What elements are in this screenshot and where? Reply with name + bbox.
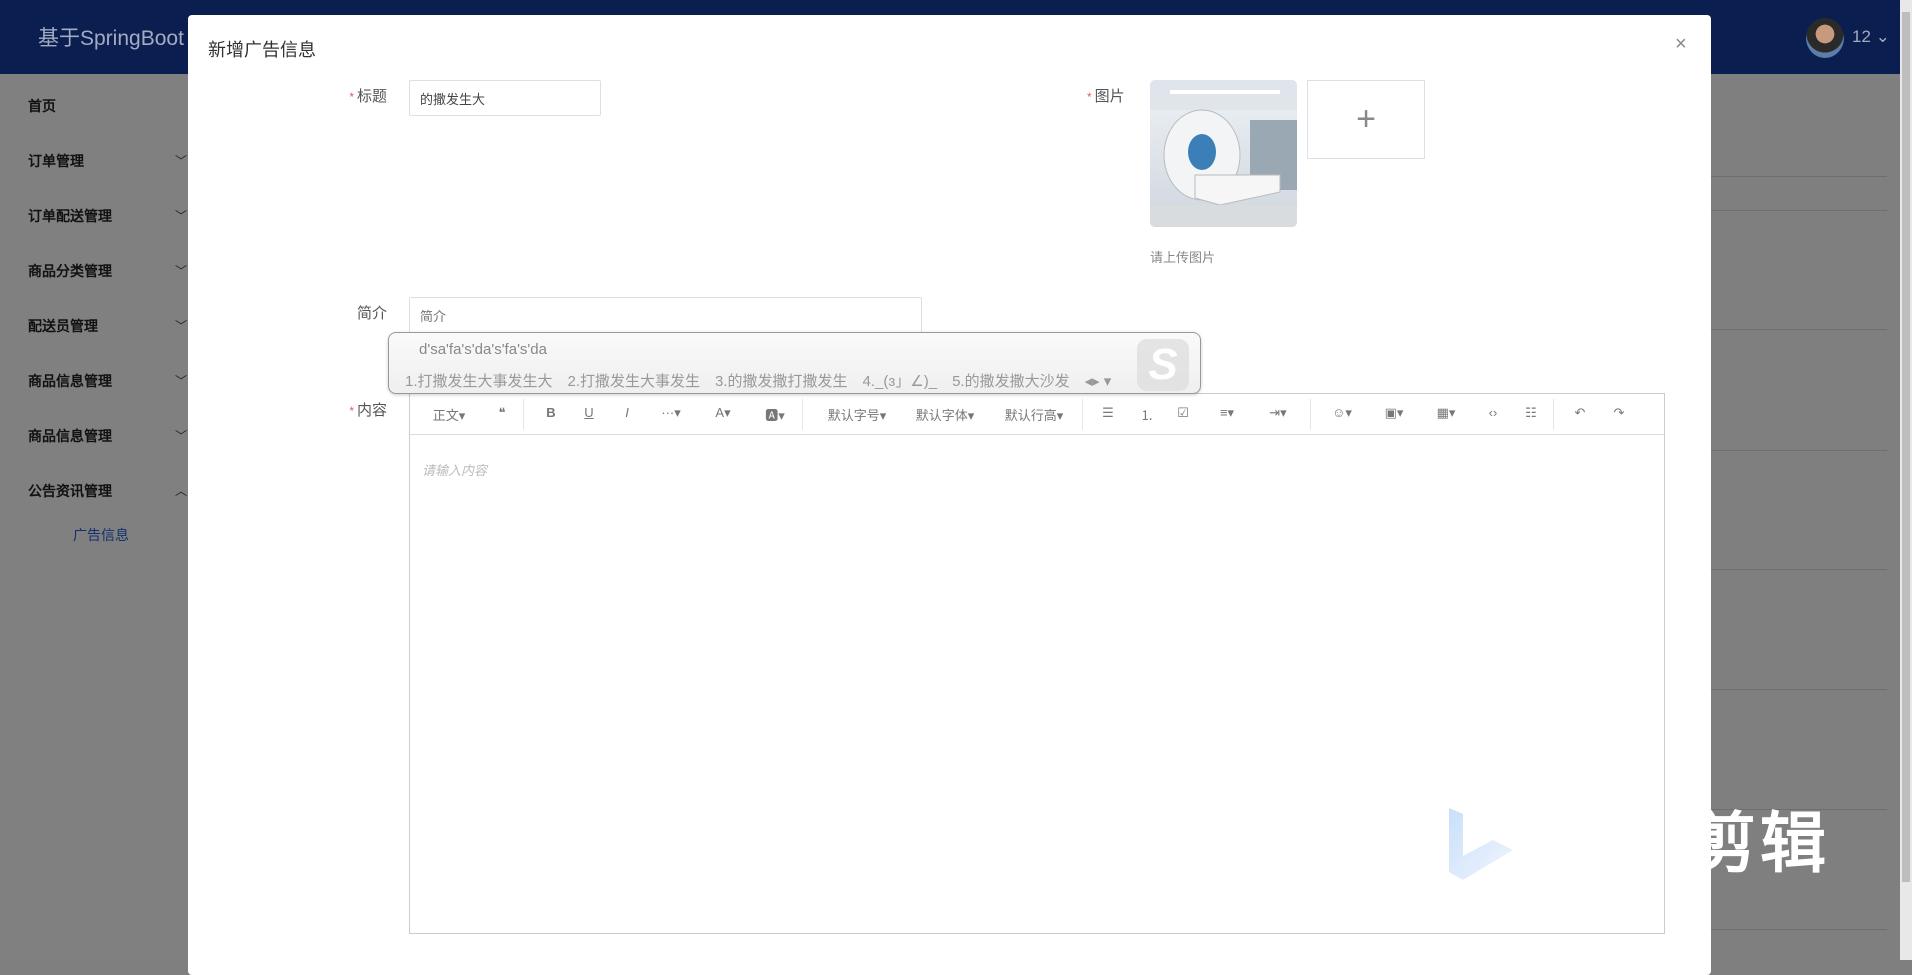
divider bbox=[1711, 689, 1887, 690]
font-color-button[interactable]: A▾ bbox=[715, 405, 730, 421]
content-label: * 内容 bbox=[349, 399, 387, 420]
sidebar-item[interactable]: 订单配送管理 bbox=[28, 206, 112, 226]
divider bbox=[1711, 929, 1887, 930]
required-mark: * bbox=[349, 90, 354, 104]
heading-button[interactable]: 正文▾ bbox=[433, 405, 466, 424]
watermark-text: 剪辑 bbox=[1690, 806, 1830, 880]
title-input[interactable]: 的撒发生大 bbox=[409, 80, 601, 116]
upload-hint: 请上传图片 bbox=[1150, 250, 1216, 265]
divider bbox=[1711, 176, 1887, 177]
sidebar-item[interactable]: 商品信息管理 bbox=[28, 371, 112, 391]
chevron-down-icon[interactable]: ﹀ bbox=[175, 317, 187, 334]
upload-image-button[interactable]: + bbox=[1307, 80, 1425, 159]
font-family-button[interactable]: 默认字体▾ bbox=[916, 405, 975, 424]
user-menu[interactable]: 12 ⌄ bbox=[1852, 27, 1890, 47]
ime-candidate[interactable]: 2.打撒发生大事发生 bbox=[568, 373, 701, 390]
divider bbox=[1711, 210, 1887, 211]
ordered-list-button[interactable]: ⒈ bbox=[1140, 405, 1153, 424]
quote-button[interactable]: ❝ bbox=[499, 405, 506, 421]
image-button[interactable]: ▣▾ bbox=[1385, 405, 1404, 421]
sogou-logo-icon: S bbox=[1137, 339, 1189, 391]
content-label-text: 内容 bbox=[356, 402, 387, 419]
toolbar-separator bbox=[1553, 399, 1554, 430]
dialog-title: 新增广告信息 bbox=[208, 40, 316, 60]
avatar[interactable] bbox=[1806, 18, 1844, 58]
more-format-button[interactable]: ···▾ bbox=[661, 405, 681, 421]
ime-candidate[interactable]: 5.的撒发撒大沙发 bbox=[952, 373, 1070, 390]
scrollbar-thumb[interactable] bbox=[1902, 12, 1910, 882]
ime-candidate[interactable]: 4._(ɜ」∠)_ bbox=[863, 373, 938, 390]
divider bbox=[1711, 569, 1887, 570]
divider bbox=[1711, 329, 1887, 330]
chevron-down-icon[interactable]: ﹀ bbox=[175, 207, 187, 224]
toolbar-separator bbox=[523, 399, 524, 430]
chevron-down-icon[interactable]: ﹀ bbox=[175, 262, 187, 279]
sidebar-item[interactable]: 商品分类管理 bbox=[28, 261, 112, 281]
ime-candidates: 1.打撒发生大事发生大 2.打撒发生大事发生 3.的撒发撒打撒发生 4._(ɜ」∠)_… bbox=[405, 370, 1126, 391]
ime-page-arrows[interactable]: ◂▸ ▾ bbox=[1085, 373, 1112, 390]
image-label-text: 图片 bbox=[1094, 88, 1125, 105]
undo-button[interactable]: ↶ bbox=[1575, 405, 1586, 421]
line-height-button[interactable]: 默认行高▾ bbox=[1005, 405, 1064, 424]
toolbar-separator bbox=[1082, 399, 1083, 430]
intro-input[interactable] bbox=[409, 297, 922, 335]
sidebar-item[interactable]: 首页 bbox=[28, 96, 56, 116]
uploaded-image[interactable] bbox=[1150, 80, 1297, 227]
ime-candidate[interactable]: 1.打撒发生大事发生大 bbox=[405, 373, 553, 390]
divider-button[interactable]: ☷ bbox=[1525, 405, 1537, 421]
chevron-up-icon[interactable]: ︿ bbox=[175, 482, 187, 499]
todo-button[interactable]: ☑ bbox=[1177, 405, 1189, 421]
required-mark: * bbox=[349, 404, 354, 418]
table-button[interactable]: ▦▾ bbox=[1437, 405, 1456, 421]
sidebar-item[interactable]: 配送员管理 bbox=[28, 316, 98, 336]
bg-color-button[interactable]: 🅰▾ bbox=[765, 405, 785, 424]
ime-candidate-window: d'sa'fa's'da's'fa's'da 1.打撒发生大事发生大 2.打撒发生… bbox=[388, 332, 1201, 394]
required-mark: * bbox=[1087, 90, 1092, 104]
sidebar-item[interactable]: 商品信息管理 bbox=[28, 426, 112, 446]
toolbar-separator bbox=[1310, 399, 1311, 430]
sidebar-item[interactable]: 公告资讯管理 bbox=[28, 481, 112, 501]
font-size-button[interactable]: 默认字号▾ bbox=[828, 405, 887, 424]
toolbar-separator bbox=[802, 399, 803, 430]
intro-label: 简介 bbox=[356, 305, 387, 322]
chevron-down-icon[interactable]: ﹀ bbox=[175, 372, 187, 389]
ime-candidate[interactable]: 3.的撒发撒打撒发生 bbox=[715, 373, 848, 390]
editor-placeholder[interactable]: 请输入内容 bbox=[422, 460, 487, 479]
editor-toolbar: 正文▾ ❝ B U I ···▾ A▾ 🅰▾ 默认字号▾ 默认字体▾ 默认行高▾ ☰ ⒈ ☑ ≡▾ ⇥▾ ☺▾ ▣… bbox=[410, 394, 1664, 435]
chevron-down-icon[interactable]: ﹀ bbox=[175, 152, 187, 169]
sidebar-item-ad-info[interactable]: 广告信息 bbox=[73, 525, 129, 545]
bold-button[interactable]: B bbox=[546, 405, 555, 420]
image-label: * 图片 bbox=[1087, 85, 1125, 106]
divider bbox=[1711, 450, 1887, 451]
title-label-text: 标题 bbox=[356, 88, 387, 105]
redo-button[interactable]: ↷ bbox=[1614, 405, 1625, 421]
close-icon[interactable]: × bbox=[1675, 33, 1687, 56]
underline-button[interactable]: U bbox=[584, 405, 593, 420]
bullet-list-button[interactable]: ☰ bbox=[1102, 405, 1114, 421]
emoji-button[interactable]: ☺▾ bbox=[1332, 405, 1352, 421]
app-title: 基于SpringBoot bbox=[38, 27, 184, 50]
indent-button[interactable]: ⇥▾ bbox=[1269, 405, 1286, 421]
chevron-down-icon[interactable]: ﹀ bbox=[175, 427, 187, 444]
sidebar-item[interactable]: 订单管理 bbox=[28, 151, 84, 171]
italic-button[interactable]: I bbox=[625, 405, 629, 420]
ime-composition: d'sa'fa's'da's'fa's'da bbox=[419, 341, 547, 358]
title-label: * 标题 bbox=[349, 85, 387, 106]
bing-logo-icon bbox=[1449, 808, 1513, 880]
code-button[interactable]: ‹› bbox=[1489, 405, 1498, 420]
align-button[interactable]: ≡▾ bbox=[1220, 405, 1234, 421]
mri-machine-image bbox=[1150, 80, 1297, 227]
